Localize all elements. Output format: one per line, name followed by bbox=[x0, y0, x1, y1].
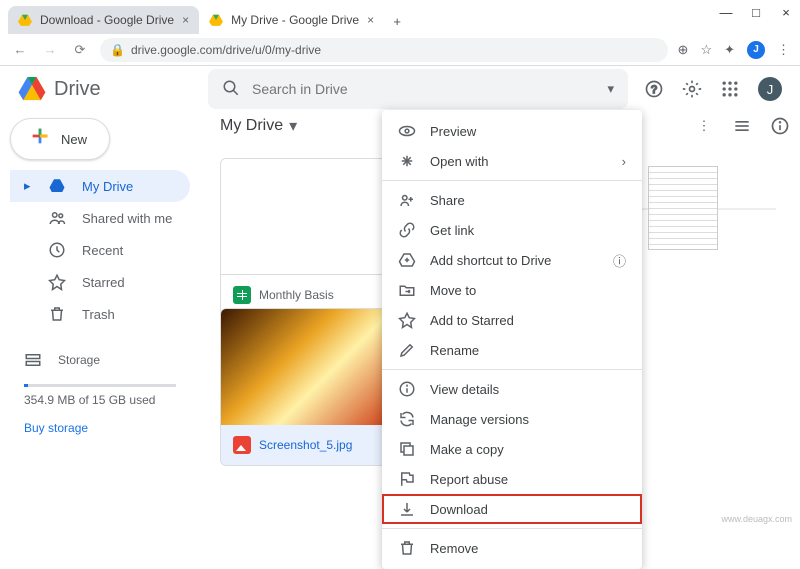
extensions-icon[interactable]: ✦ bbox=[724, 42, 735, 58]
product-name: Drive bbox=[54, 78, 101, 101]
sidebar-label: Storage bbox=[58, 353, 100, 367]
menu-item-remove[interactable]: Remove bbox=[382, 533, 642, 563]
sidebar-item-my-drive[interactable]: ▸ My Drive bbox=[10, 170, 190, 202]
chevron-right-icon: › bbox=[622, 154, 626, 169]
reload-button[interactable]: ⟳ bbox=[70, 42, 90, 58]
sidebar-item-storage[interactable]: Storage bbox=[24, 344, 176, 376]
toolbar: ⋮ bbox=[694, 116, 790, 136]
file-name: Monthly Basis bbox=[259, 288, 334, 302]
browser-tab[interactable]: My Drive - Google Drive × bbox=[199, 6, 384, 34]
context-menu: Preview Open with› Share Get link Add sh… bbox=[382, 110, 642, 569]
profile-avatar[interactable]: J bbox=[747, 41, 765, 59]
url-field[interactable]: 🔒 drive.google.com/drive/u/0/my-drive bbox=[100, 38, 668, 62]
bookmark-icon[interactable]: ☆ bbox=[700, 42, 712, 58]
more-actions-icon[interactable]: ⋮ bbox=[694, 116, 714, 136]
new-tab-button[interactable]: + bbox=[384, 8, 410, 34]
close-tab-icon[interactable]: × bbox=[182, 13, 189, 27]
settings-icon[interactable] bbox=[682, 79, 702, 99]
list-view-icon[interactable] bbox=[732, 116, 752, 136]
file-card[interactable]: Screenshot_5.jpg bbox=[220, 308, 394, 466]
menu-item-share[interactable]: Share bbox=[382, 185, 642, 215]
sidebar-label: Starred bbox=[82, 275, 125, 290]
menu-item-report-abuse[interactable]: Report abuse bbox=[382, 464, 642, 494]
menu-item-move-to[interactable]: Move to bbox=[382, 275, 642, 305]
sidebar-label: Recent bbox=[82, 243, 123, 258]
sidebar-label: My Drive bbox=[82, 179, 133, 194]
file-thumbnail bbox=[221, 159, 393, 275]
plus-icon bbox=[29, 125, 51, 153]
close-window-button[interactable]: × bbox=[780, 6, 792, 18]
drive-favicon bbox=[209, 13, 223, 27]
watermark: www.deuagx.com bbox=[721, 514, 792, 524]
search-options-icon[interactable]: ▾ bbox=[607, 81, 614, 97]
sidebar-item-recent[interactable]: Recent bbox=[10, 234, 190, 266]
app-header: Drive ▾ ? J bbox=[0, 66, 800, 112]
maximize-button[interactable]: □ bbox=[750, 6, 762, 18]
sidebar-item-shared[interactable]: Shared with me bbox=[10, 202, 190, 234]
chevron-down-icon: ▾ bbox=[289, 116, 297, 136]
file-name: Screenshot_5.jpg bbox=[259, 438, 352, 452]
storage-bar bbox=[24, 384, 176, 387]
browser-tab-bar: Download - Google Drive × My Drive - Goo… bbox=[8, 6, 410, 34]
menu-item-preview[interactable]: Preview bbox=[382, 116, 642, 146]
menu-item-manage-versions[interactable]: Manage versions bbox=[382, 404, 642, 434]
menu-item-rename[interactable]: Rename bbox=[382, 335, 642, 365]
menu-item-add-shortcut[interactable]: Add shortcut to Driveⓘ bbox=[382, 245, 642, 275]
menu-item-add-starred[interactable]: Add to Starred bbox=[382, 305, 642, 335]
file-card[interactable]: Monthly Basis bbox=[220, 158, 394, 316]
help-icon[interactable]: ⓘ bbox=[613, 251, 626, 270]
address-bar: ← → ⟳ 🔒 drive.google.com/drive/u/0/my-dr… bbox=[0, 34, 800, 66]
sidebar-item-starred[interactable]: Starred bbox=[10, 266, 190, 298]
close-tab-icon[interactable]: × bbox=[367, 13, 374, 27]
drive-favicon bbox=[18, 13, 32, 27]
file-thumbnail bbox=[221, 309, 393, 425]
sheets-icon bbox=[233, 286, 251, 304]
tab-title: My Drive - Google Drive bbox=[231, 13, 359, 27]
back-button[interactable]: ← bbox=[10, 42, 30, 57]
new-button[interactable]: New bbox=[10, 118, 110, 160]
minimize-button[interactable]: — bbox=[720, 6, 732, 18]
svg-text:?: ? bbox=[651, 84, 657, 96]
menu-item-view-details[interactable]: View details bbox=[382, 374, 642, 404]
storage-text: 354.9 MB of 15 GB used bbox=[24, 393, 176, 407]
new-button-label: New bbox=[61, 132, 87, 147]
menu-item-get-link[interactable]: Get link bbox=[382, 215, 642, 245]
drive-logo[interactable]: Drive bbox=[18, 77, 208, 101]
sidebar-item-trash[interactable]: Trash bbox=[10, 298, 190, 330]
apps-icon[interactable] bbox=[720, 79, 740, 99]
browser-menu-icon[interactable]: ⋮ bbox=[777, 42, 790, 58]
menu-item-open-with[interactable]: Open with› bbox=[382, 146, 642, 176]
file-thumbnail bbox=[648, 166, 718, 250]
browser-tab[interactable]: Download - Google Drive × bbox=[8, 6, 199, 34]
url-text: drive.google.com/drive/u/0/my-drive bbox=[131, 43, 321, 57]
search-icon bbox=[222, 79, 240, 100]
search-input[interactable] bbox=[252, 81, 595, 97]
search-box[interactable]: ▾ bbox=[208, 69, 628, 109]
menu-item-download[interactable]: Download bbox=[382, 494, 642, 524]
forward-button[interactable]: → bbox=[40, 42, 60, 57]
support-icon[interactable]: ? bbox=[644, 79, 664, 99]
caret-icon: ▸ bbox=[24, 178, 32, 194]
menu-item-make-copy[interactable]: Make a copy bbox=[382, 434, 642, 464]
lock-icon: 🔒 bbox=[110, 43, 125, 57]
buy-storage-link[interactable]: Buy storage bbox=[24, 421, 176, 435]
tab-title: Download - Google Drive bbox=[40, 13, 174, 27]
sidebar-label: Shared with me bbox=[82, 211, 172, 226]
details-icon[interactable] bbox=[770, 116, 790, 136]
image-icon bbox=[233, 436, 251, 454]
account-avatar[interactable]: J bbox=[758, 77, 782, 101]
sidebar: New ▸ My Drive Shared with me Recent Sta… bbox=[0, 112, 200, 435]
sidebar-label: Trash bbox=[82, 307, 115, 322]
zoom-icon[interactable]: ⊕ bbox=[678, 42, 689, 58]
